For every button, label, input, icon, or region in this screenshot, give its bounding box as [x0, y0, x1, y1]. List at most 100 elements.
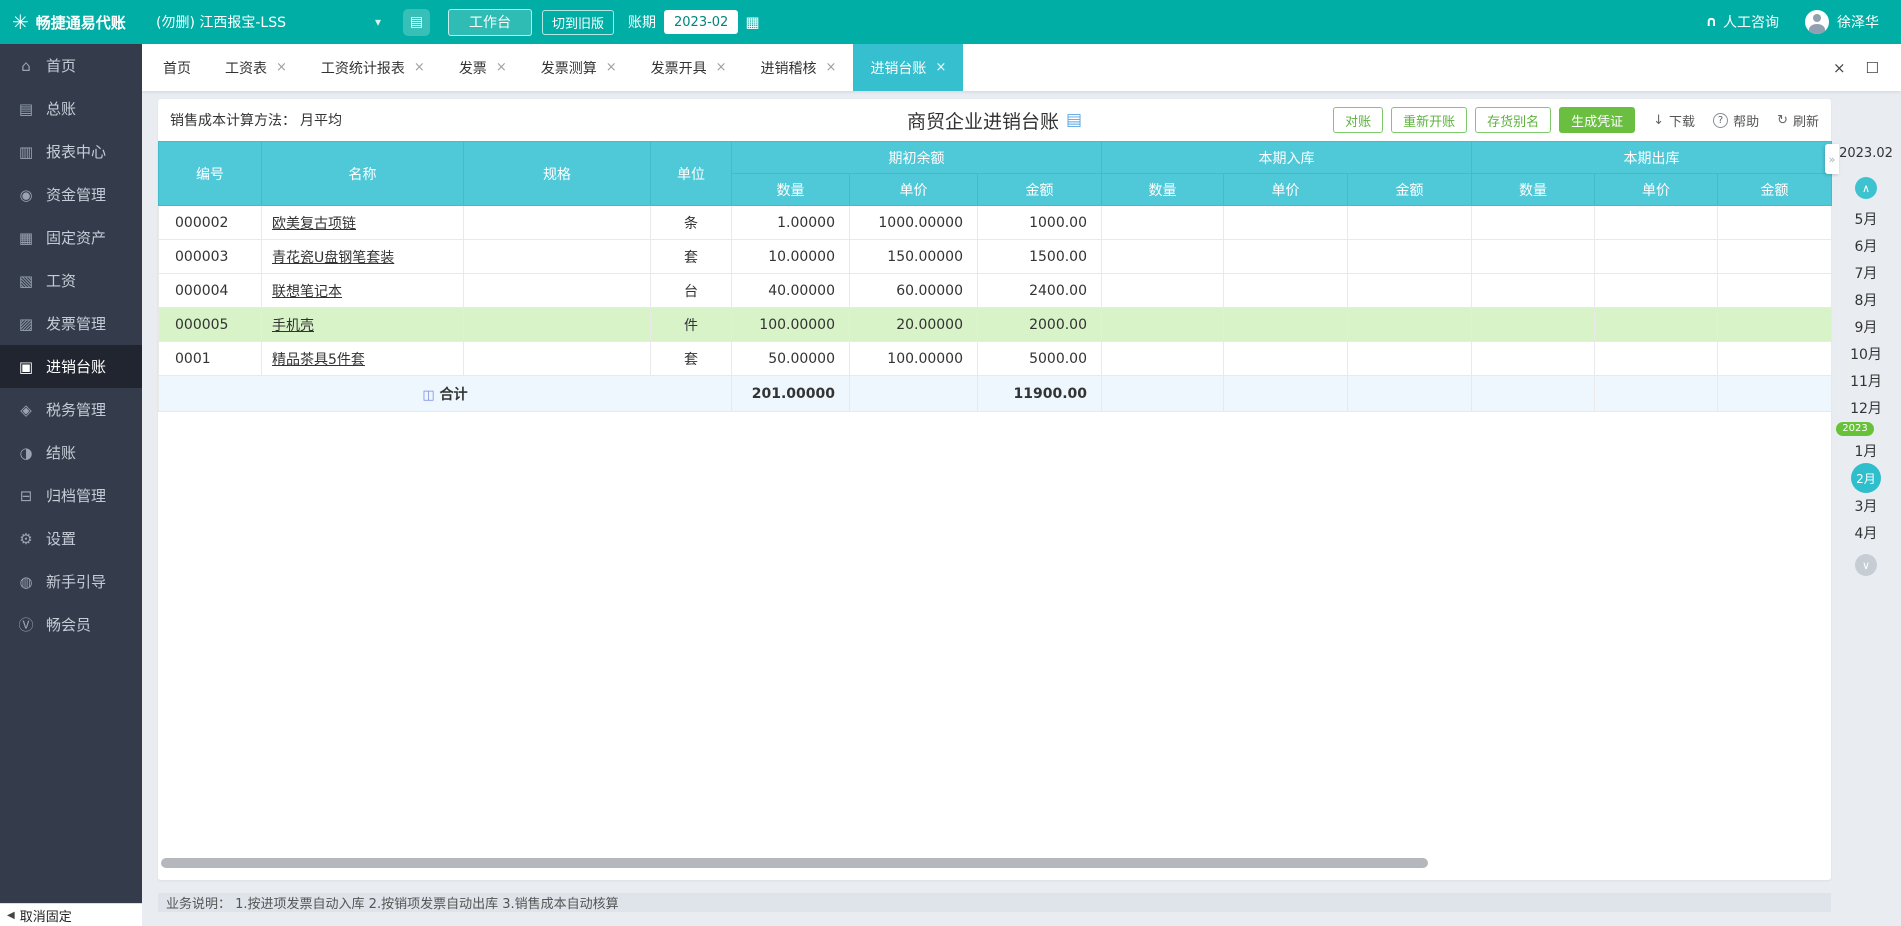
close-tab-icon[interactable]: ×: [935, 60, 946, 75]
sidebar-item-funds[interactable]: ◉ 资金管理: [0, 173, 142, 216]
horizontal-scrollbar: [161, 858, 1828, 868]
month-item[interactable]: 12月: [1849, 394, 1883, 421]
generate-voucher-button[interactable]: 生成凭证: [1559, 107, 1636, 133]
sidebar-item-report-center[interactable]: ▥ 报表中心: [0, 130, 142, 173]
table-row[interactable]: 0001 精品茶具5件套 套 50.00000 100.00000 5000.0…: [158, 341, 1832, 376]
gear-icon: ⚙: [19, 529, 33, 548]
cost-method[interactable]: 销售成本计算方法： 月平均: [170, 110, 342, 130]
page-title: 商贸企业进销台账: [906, 110, 1059, 133]
close-tab-icon[interactable]: ×: [496, 60, 507, 75]
item-link[interactable]: 联想笔记本: [272, 284, 342, 300]
logo-icon: ✳: [12, 10, 29, 34]
tab-home[interactable]: 首页: [146, 44, 208, 91]
group-header-outbound: 本期出库: [1471, 141, 1832, 174]
sidebar-item-closing[interactable]: ◑ 结账: [0, 431, 142, 474]
stock-alias-button[interactable]: 存货别名: [1475, 107, 1552, 133]
funds-icon: ◉: [19, 185, 33, 204]
close-tab-icon[interactable]: ×: [606, 60, 617, 75]
sub-header-qty: 数量: [1101, 173, 1224, 206]
sidebar-item-general-ledger[interactable]: ▤ 总账: [0, 87, 142, 130]
workbench-button[interactable]: 工作台: [448, 8, 532, 36]
month-item-active[interactable]: 2月: [1850, 463, 1881, 493]
assets-icon: ▦: [18, 228, 34, 247]
close-tab-icon[interactable]: ×: [716, 60, 727, 75]
avatar[interactable]: [1805, 10, 1829, 34]
close-tab-icon[interactable]: ×: [414, 60, 425, 75]
sidebar-item-archive[interactable]: ⊟ 归档管理: [0, 474, 142, 517]
month-item[interactable]: 5月: [1849, 205, 1883, 232]
close-tab-icon[interactable]: ×: [276, 60, 287, 75]
help-icon: ?: [1713, 112, 1729, 128]
guide-icon: ◍: [19, 572, 33, 591]
table-row[interactable]: 000002 欧美复古项链 条 1.00000 1000.00000 1000.…: [158, 205, 1832, 240]
month-item[interactable]: 6月: [1849, 232, 1883, 259]
scroll-down-icon[interactable]: ∨: [1855, 554, 1877, 576]
tab-inventory-audit[interactable]: 进销稽核 ×: [744, 44, 854, 91]
table-row[interactable]: 000004 联想笔记本 台 40.00000 60.00000 2400.00: [158, 273, 1832, 308]
sidebar-item-member[interactable]: Ⓥ 畅会员: [0, 603, 142, 646]
tab-invoice-calc[interactable]: 发票测算 ×: [524, 44, 634, 91]
group-header-opening: 期初余额: [731, 141, 1102, 174]
tab-payroll-sheet[interactable]: 工资表 ×: [208, 44, 304, 91]
ledger-table: 编号 名称 规格 单位 期初余额 本期入库 本期出库 数量 单价 金额 数量 单…: [158, 141, 1832, 412]
collapse-rail-icon[interactable]: »: [1825, 144, 1839, 174]
sidebar-item-settings[interactable]: ⚙ 设置: [0, 517, 142, 560]
item-link[interactable]: 手机壳: [272, 318, 314, 334]
item-link[interactable]: 欧美复古项链: [272, 216, 356, 232]
current-period-label: 2023.02: [1839, 146, 1893, 161]
month-item[interactable]: 10月: [1849, 340, 1883, 367]
tab-payroll-report[interactable]: 工资统计报表 ×: [304, 44, 442, 91]
tab-invoice[interactable]: 发票 ×: [442, 44, 524, 91]
calendar-icon[interactable]: ▦: [745, 13, 759, 31]
refresh-link[interactable]: ↻ 刷新: [1777, 111, 1819, 130]
month-item[interactable]: 9月: [1849, 313, 1883, 340]
tab-inventory-ledger[interactable]: 进销台账 ×: [853, 44, 964, 91]
sub-header-qty: 数量: [1471, 173, 1595, 206]
sub-header-price: 单价: [1594, 173, 1718, 206]
sidebar-item-home[interactable]: ⌂ 首页: [0, 44, 142, 87]
download-icon: ↓: [1653, 112, 1665, 128]
table-row-selected[interactable]: 000005 手机壳 件 100.00000 20.00000 2000.00: [158, 307, 1832, 342]
tab-invoice-issue[interactable]: 发票开具 ×: [634, 44, 744, 91]
customer-service-link[interactable]: ∩ 人工咨询: [1706, 12, 1779, 32]
period-value[interactable]: 2023-02: [664, 10, 739, 34]
month-item[interactable]: 3月: [1849, 492, 1883, 519]
document-icon[interactable]: ▤: [1066, 110, 1082, 130]
sidebar-item-fixed-assets[interactable]: ▦ 固定资产: [0, 216, 142, 259]
fullscreen-icon[interactable]: ☐: [1866, 59, 1879, 77]
month-item[interactable]: 11月: [1849, 367, 1883, 394]
help-link[interactable]: ? 帮助: [1713, 111, 1759, 130]
sidebar-item-guide[interactable]: ◍ 新手引导: [0, 560, 142, 603]
reopen-period-button[interactable]: 重新开账: [1391, 107, 1468, 133]
sidebar-item-tax[interactable]: ◈ 税务管理: [0, 388, 142, 431]
download-link[interactable]: ↓ 下载: [1653, 111, 1695, 130]
close-all-tabs-icon[interactable]: ×: [1833, 59, 1846, 77]
sum-icon: ◫: [422, 387, 435, 403]
sidebar-item-inventory-ledger[interactable]: ▣ 进销台账: [0, 345, 142, 388]
month-item[interactable]: 4月: [1849, 519, 1883, 546]
unpin-sidebar-button[interactable]: ◀ 取消固定: [0, 903, 142, 926]
item-link[interactable]: 青花瓷U盘钢笔套装: [272, 250, 394, 266]
total-amount: 11900.00: [977, 375, 1102, 412]
month-item[interactable]: 8月: [1849, 286, 1883, 313]
col-header-unit: 单位: [650, 141, 732, 206]
total-label: 合计: [439, 386, 468, 403]
scrollbar-thumb[interactable]: [161, 858, 1428, 868]
page-title-wrap: 商贸企业进销台账 ▤: [907, 107, 1082, 134]
table-row[interactable]: 000003 青花瓷U盘钢笔套装 套 10.00000 150.00000 15…: [158, 239, 1832, 274]
sidebar-item-payroll[interactable]: ▧ 工资: [0, 259, 142, 302]
sidebar-item-invoice[interactable]: ▨ 发票管理: [0, 302, 142, 345]
close-tab-icon[interactable]: ×: [826, 60, 837, 75]
item-link[interactable]: 精品茶具5件套: [272, 352, 365, 368]
month-item[interactable]: 1月: [1849, 437, 1883, 464]
scroll-up-icon[interactable]: ∧: [1855, 177, 1877, 199]
note-icon[interactable]: ▤: [403, 8, 430, 36]
reconcile-button[interactable]: 对账: [1333, 107, 1384, 133]
business-note-bar: 业务说明： 1.按进项发票自动入库 2.按销项发票自动出库 3.销售成本自动核算: [158, 893, 1831, 912]
switch-old-version-button[interactable]: 切到旧版: [542, 9, 615, 35]
month-item[interactable]: 7月: [1849, 259, 1883, 286]
company-selector[interactable]: (勿删) 江西报宝-LSS ▾: [156, 12, 381, 32]
app-logo: ✳ 畅捷通易代账: [0, 12, 142, 33]
sub-header-price: 单价: [849, 173, 978, 206]
username[interactable]: 徐泽华: [1837, 12, 1879, 32]
